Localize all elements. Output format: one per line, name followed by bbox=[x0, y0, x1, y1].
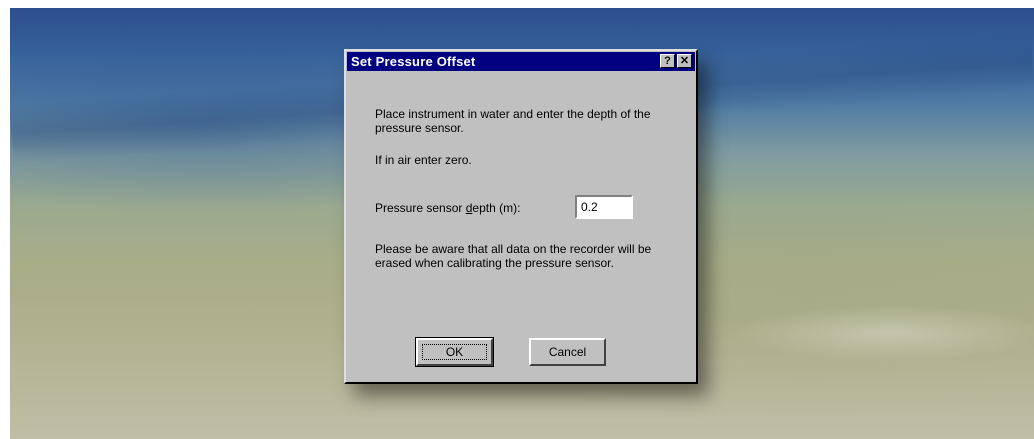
instruction-text: Place instrument in water and enter the … bbox=[375, 107, 651, 135]
ok-button-label: OK bbox=[445, 345, 464, 359]
depth-input[interactable] bbox=[575, 195, 633, 219]
dialog-title: Set Pressure Offset bbox=[351, 54, 476, 69]
ok-button[interactable]: OK bbox=[415, 337, 494, 367]
cancel-button[interactable]: Cancel bbox=[529, 338, 606, 366]
depth-label-suffix: epth (m): bbox=[472, 201, 521, 215]
cancel-button-label: Cancel bbox=[548, 345, 587, 359]
depth-label-prefix: Pressure sensor bbox=[375, 201, 466, 215]
dialog-titlebar[interactable]: Set Pressure Offset ? ✕ bbox=[347, 52, 695, 71]
depth-label: Pressure sensor depth (m): bbox=[375, 201, 520, 215]
air-instruction-text: If in air enter zero. bbox=[375, 153, 472, 167]
set-pressure-offset-dialog: Set Pressure Offset ? ✕ Place instrument… bbox=[344, 49, 698, 384]
warning-text: Please be aware that all data on the rec… bbox=[375, 242, 652, 270]
close-icon[interactable]: ✕ bbox=[677, 54, 692, 68]
help-icon[interactable]: ? bbox=[660, 54, 675, 68]
